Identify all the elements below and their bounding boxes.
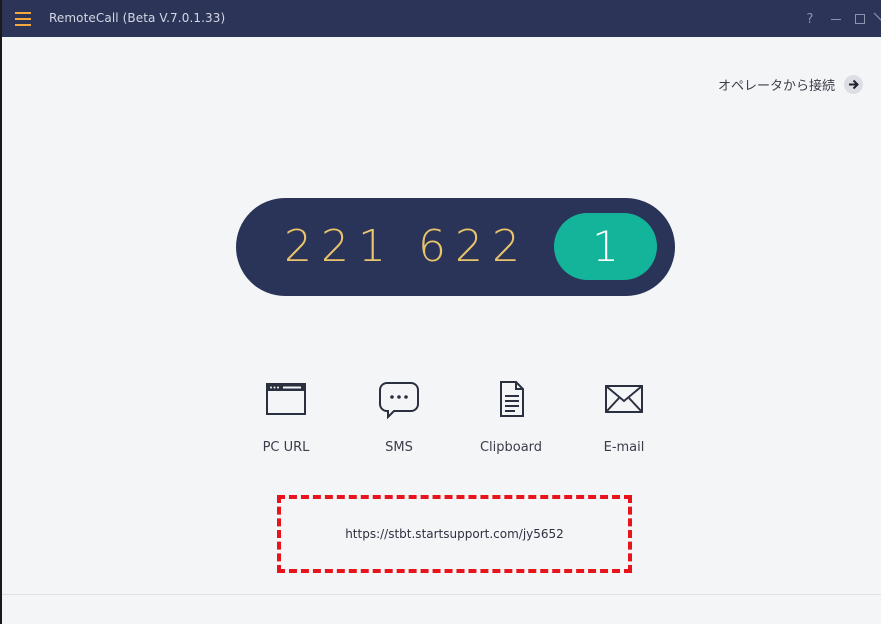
connection-code-slot: 1 xyxy=(554,213,657,280)
document-icon xyxy=(489,380,533,420)
bottom-divider xyxy=(2,594,881,595)
share-pc-url-label: PC URL xyxy=(262,440,310,455)
close-icon xyxy=(873,12,881,21)
help-button[interactable]: ? xyxy=(799,12,821,27)
maximize-button[interactable] xyxy=(849,12,871,27)
support-url-text[interactable]: https://stbt.startsupport.com/jy5652 xyxy=(281,499,628,569)
share-clipboard-label: Clipboard xyxy=(479,440,543,455)
connect-from-operator-link[interactable]: オペレータから接続 xyxy=(718,75,863,94)
share-clipboard-button[interactable]: Clipboard xyxy=(471,380,551,455)
connection-code-digits: 221 622 xyxy=(284,221,529,272)
share-pc-url-button[interactable]: PC URL xyxy=(246,380,326,455)
share-sms-button[interactable]: SMS xyxy=(359,380,439,455)
share-options: PC URL SMS Clipboard E-mail xyxy=(246,380,666,470)
maximize-icon xyxy=(855,14,865,24)
title-bar: RemoteCall (Beta V.7.0.1.33) ? xyxy=(2,0,881,37)
share-email-label: E-mail xyxy=(603,440,645,455)
window-title: RemoteCall (Beta V.7.0.1.33) xyxy=(49,11,226,25)
envelope-icon xyxy=(602,380,646,420)
window-controls: ? xyxy=(797,9,881,29)
share-sms-label: SMS xyxy=(385,440,413,455)
arrow-right-icon xyxy=(844,75,863,94)
share-email-button[interactable]: E-mail xyxy=(584,380,664,455)
connect-from-operator-label: オペレータから接続 xyxy=(717,79,835,94)
hamburger-menu-icon[interactable] xyxy=(15,12,31,26)
close-button[interactable] xyxy=(873,11,881,27)
remotecall-window: RemoteCall (Beta V.7.0.1.33) ? オペレータから接続… xyxy=(0,0,881,624)
browser-window-icon xyxy=(264,380,308,420)
connection-code-display: 221 622 1 xyxy=(236,198,675,296)
chat-bubble-icon xyxy=(377,380,421,420)
minimize-button[interactable] xyxy=(825,12,847,27)
minimize-icon xyxy=(831,18,841,20)
url-highlight-box: https://stbt.startsupport.com/jy5652 xyxy=(277,495,632,573)
